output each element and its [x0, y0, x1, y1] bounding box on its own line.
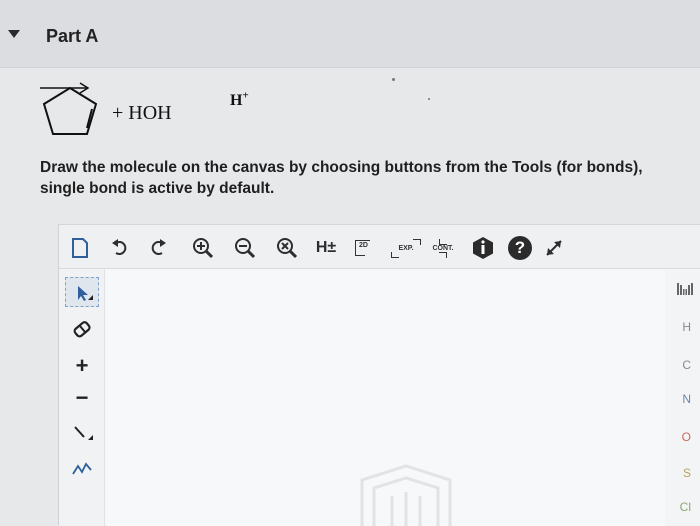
contract-bracket-bottom [439, 251, 447, 258]
part-title: Part A [46, 26, 99, 46]
element-n-button[interactable]: N [682, 392, 691, 406]
redo-icon[interactable] [147, 236, 169, 260]
instructions-text: Draw the molecule on the canvas by choos… [40, 157, 700, 199]
water-reagent: + HOH [112, 102, 172, 124]
expand-bracket-bottom [391, 251, 399, 258]
element-s-button[interactable]: S [683, 466, 691, 480]
new-document-icon[interactable] [69, 236, 91, 260]
reaction-arrow-icon [40, 82, 90, 94]
element-cl-button[interactable]: Cl [680, 500, 691, 514]
instructions-line-1: Draw the molecule on the canvas by choos… [40, 159, 643, 176]
zoom-in-icon[interactable] [191, 236, 215, 260]
2d-clean-bracket [355, 249, 365, 256]
element-o-button[interactable]: O [682, 430, 691, 444]
acid-catalyst: H+ [230, 90, 249, 110]
expand-bracket-top [413, 238, 421, 245]
instructions-line-2: single bond is active by default. [40, 180, 275, 197]
canvas-watermark-icon [360, 464, 452, 526]
help-icon: ? [508, 236, 532, 260]
screen-speck [428, 98, 430, 100]
help-button[interactable]: ? [507, 236, 533, 260]
reaction-equation: + HOH H+ [40, 80, 300, 150]
select-tool-icon[interactable] [65, 277, 99, 307]
charge-minus-icon[interactable]: − [65, 383, 99, 413]
info-icon[interactable] [471, 236, 495, 260]
expand-button[interactable]: EXP. [391, 236, 421, 260]
clear-icon[interactable] [275, 236, 299, 260]
molecule-editor: H± 2D EXP. CONT. ? + − H C N O S Cl [58, 224, 700, 526]
hydrogen-toggle[interactable]: H± [311, 236, 341, 260]
element-h-button[interactable]: H [682, 320, 691, 334]
element-c-button[interactable]: C [682, 358, 691, 372]
undo-icon[interactable] [109, 236, 131, 260]
chain-tool-icon[interactable] [65, 453, 99, 483]
eraser-icon[interactable] [65, 315, 99, 345]
expand-label: EXP. [398, 244, 414, 252]
element-palette: H C N O S Cl [665, 270, 700, 526]
drawing-canvas[interactable] [106, 270, 666, 526]
fullscreen-icon[interactable] [541, 236, 567, 260]
editor-toolbar: H± 2D EXP. CONT. ? [59, 225, 700, 269]
2d-clean-button[interactable]: 2D [355, 236, 383, 260]
charge-plus-icon[interactable]: + [65, 351, 99, 381]
contract-button[interactable]: CONT. [427, 236, 459, 260]
screen-speck [392, 78, 395, 81]
zoom-out-icon[interactable] [233, 236, 257, 260]
catalyst-label: H+ [230, 90, 249, 110]
single-bond-icon[interactable] [65, 417, 99, 447]
periodic-table-icon[interactable] [677, 282, 693, 295]
left-tool-palette: + − [59, 269, 105, 526]
contract-label: CONT. [432, 244, 454, 252]
caret-down-icon[interactable] [8, 30, 20, 38]
2d-clean-label: 2D [355, 240, 370, 249]
part-header[interactable]: Part A [0, 0, 700, 68]
